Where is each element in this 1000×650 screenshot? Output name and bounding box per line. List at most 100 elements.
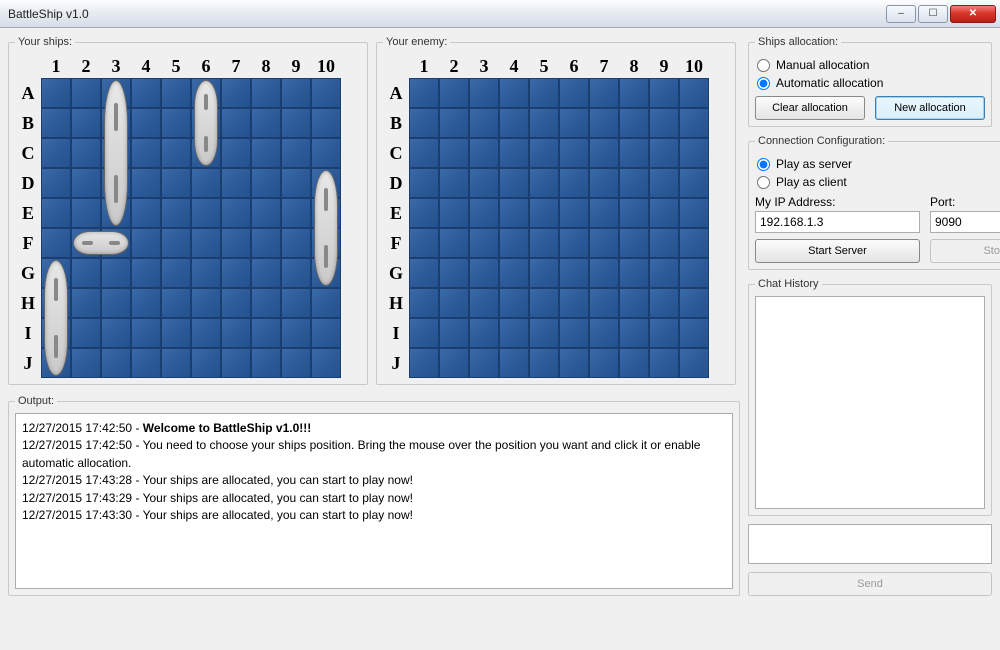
grid-cell[interactable] bbox=[589, 228, 619, 258]
grid-cell[interactable] bbox=[71, 198, 101, 228]
grid-cell[interactable] bbox=[311, 288, 341, 318]
grid-cell[interactable] bbox=[41, 138, 71, 168]
grid-cell[interactable] bbox=[469, 318, 499, 348]
grid-cell[interactable] bbox=[409, 168, 439, 198]
grid-cell[interactable] bbox=[191, 168, 221, 198]
grid-cell[interactable] bbox=[589, 108, 619, 138]
grid-cell[interactable] bbox=[529, 318, 559, 348]
grid-cell[interactable] bbox=[649, 318, 679, 348]
grid-cell[interactable] bbox=[161, 108, 191, 138]
grid-cell[interactable] bbox=[71, 288, 101, 318]
grid-cell[interactable] bbox=[161, 318, 191, 348]
grid-cell[interactable] bbox=[499, 258, 529, 288]
grid-cell[interactable] bbox=[529, 198, 559, 228]
grid-cell[interactable] bbox=[101, 258, 131, 288]
grid-cell[interactable] bbox=[221, 168, 251, 198]
grid-cell[interactable] bbox=[619, 138, 649, 168]
grid-cell[interactable] bbox=[499, 198, 529, 228]
grid-cell[interactable] bbox=[439, 168, 469, 198]
grid-cell[interactable] bbox=[589, 258, 619, 288]
play-as-client-radio[interactable]: Play as client bbox=[757, 175, 1000, 189]
grid-cell[interactable] bbox=[469, 348, 499, 378]
grid-cell[interactable] bbox=[281, 288, 311, 318]
grid-cell[interactable] bbox=[649, 258, 679, 288]
grid-cell[interactable] bbox=[71, 348, 101, 378]
grid-cell[interactable] bbox=[679, 318, 709, 348]
grid-cell[interactable] bbox=[191, 288, 221, 318]
grid-cell[interactable] bbox=[469, 138, 499, 168]
grid-cell[interactable] bbox=[679, 258, 709, 288]
stop-server-button[interactable]: Stop Server bbox=[930, 239, 1000, 263]
grid-cell[interactable] bbox=[131, 78, 161, 108]
ip-input[interactable] bbox=[755, 211, 920, 233]
grid-cell[interactable] bbox=[409, 138, 439, 168]
grid-cell[interactable] bbox=[649, 288, 679, 318]
grid-cell[interactable] bbox=[131, 168, 161, 198]
grid-cell[interactable] bbox=[191, 258, 221, 288]
grid-cell[interactable] bbox=[251, 288, 281, 318]
grid-cell[interactable] bbox=[529, 258, 559, 288]
grid-cell[interactable] bbox=[281, 168, 311, 198]
ship[interactable] bbox=[104, 80, 128, 226]
grid-cell[interactable] bbox=[281, 258, 311, 288]
grid-cell[interactable] bbox=[71, 138, 101, 168]
grid-cell[interactable] bbox=[529, 168, 559, 198]
grid-cell[interactable] bbox=[71, 78, 101, 108]
grid-cell[interactable] bbox=[311, 348, 341, 378]
grid-cell[interactable] bbox=[281, 318, 311, 348]
grid-cell[interactable] bbox=[529, 348, 559, 378]
grid-cell[interactable] bbox=[619, 228, 649, 258]
grid-cell[interactable] bbox=[71, 258, 101, 288]
grid-cell[interactable] bbox=[529, 288, 559, 318]
grid-cell[interactable] bbox=[649, 168, 679, 198]
grid-cell[interactable] bbox=[649, 138, 679, 168]
grid-cell[interactable] bbox=[251, 198, 281, 228]
grid-cell[interactable] bbox=[559, 348, 589, 378]
grid-cell[interactable] bbox=[71, 318, 101, 348]
grid-cell[interactable] bbox=[499, 228, 529, 258]
grid-cell[interactable] bbox=[649, 78, 679, 108]
grid-cell[interactable] bbox=[589, 318, 619, 348]
grid-cell[interactable] bbox=[409, 78, 439, 108]
grid-cell[interactable] bbox=[439, 348, 469, 378]
grid-cell[interactable] bbox=[559, 108, 589, 138]
grid-cell[interactable] bbox=[101, 348, 131, 378]
grid-cell[interactable] bbox=[559, 198, 589, 228]
grid-cell[interactable] bbox=[499, 168, 529, 198]
grid-cell[interactable] bbox=[499, 78, 529, 108]
grid-cell[interactable] bbox=[439, 318, 469, 348]
grid-cell[interactable] bbox=[619, 318, 649, 348]
grid-cell[interactable] bbox=[619, 78, 649, 108]
grid-cell[interactable] bbox=[559, 228, 589, 258]
clear-allocation-button[interactable]: Clear allocation bbox=[755, 96, 865, 120]
grid-cell[interactable] bbox=[649, 348, 679, 378]
grid-cell[interactable] bbox=[619, 198, 649, 228]
grid-cell[interactable] bbox=[439, 138, 469, 168]
grid-cell[interactable] bbox=[409, 198, 439, 228]
grid-cell[interactable] bbox=[529, 228, 559, 258]
grid-cell[interactable] bbox=[221, 228, 251, 258]
grid-cell[interactable] bbox=[469, 258, 499, 288]
grid-cell[interactable] bbox=[589, 78, 619, 108]
grid-cell[interactable] bbox=[281, 228, 311, 258]
grid-cell[interactable] bbox=[41, 168, 71, 198]
grid-cell[interactable] bbox=[131, 198, 161, 228]
grid-cell[interactable] bbox=[131, 348, 161, 378]
ship[interactable] bbox=[73, 231, 129, 255]
grid-cell[interactable] bbox=[619, 108, 649, 138]
grid-cell[interactable] bbox=[499, 348, 529, 378]
chat-input[interactable] bbox=[748, 524, 992, 564]
grid-cell[interactable] bbox=[191, 228, 221, 258]
grid-cell[interactable] bbox=[649, 228, 679, 258]
grid-cell[interactable] bbox=[559, 258, 589, 288]
send-button[interactable]: Send bbox=[748, 572, 992, 596]
grid-cell[interactable] bbox=[191, 348, 221, 378]
grid-cell[interactable] bbox=[131, 108, 161, 138]
grid-cell[interactable] bbox=[251, 258, 281, 288]
grid-cell[interactable] bbox=[469, 108, 499, 138]
grid-cell[interactable] bbox=[311, 78, 341, 108]
grid-cell[interactable] bbox=[589, 348, 619, 378]
grid-cell[interactable] bbox=[221, 258, 251, 288]
grid-cell[interactable] bbox=[679, 168, 709, 198]
enemy-grid[interactable]: 12345678910 ABCDEFGHIJ bbox=[383, 54, 709, 378]
